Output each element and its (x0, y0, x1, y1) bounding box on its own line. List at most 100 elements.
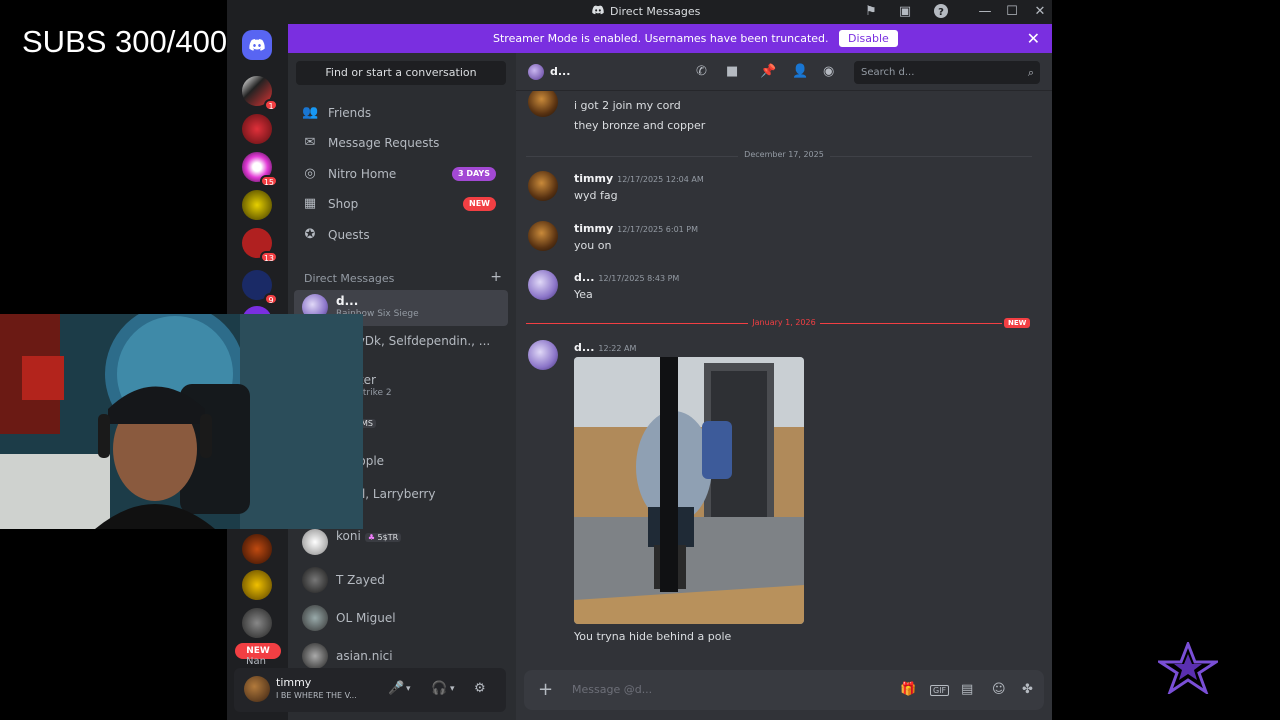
window-title-text: Direct Messages (610, 5, 701, 18)
server-icon[interactable]: 1 (242, 76, 278, 111)
search-input[interactable]: Search d... ⌕ (854, 61, 1040, 84)
window-title: Direct Messages (592, 5, 700, 18)
user-panel: timmy I BE WHERE THE V... 🎤 ▾ 🎧 ▾ ⚙ (234, 668, 506, 712)
pin-icon[interactable]: 📌 (760, 64, 776, 79)
add-attachment-icon[interactable]: + (538, 679, 553, 700)
search-icon: ⌕ (1027, 66, 1034, 79)
create-dm-icon[interactable]: + (490, 269, 502, 285)
friends-icon: 👥 (302, 105, 319, 120)
server-icon[interactable] (242, 190, 272, 220)
find-conversation-button[interactable]: Find or start a conversation (296, 61, 506, 85)
mushroom-icon: ♣ (367, 533, 375, 542)
message-input[interactable]: Message @d... (572, 683, 652, 696)
apps-icon[interactable]: ✤ (1022, 682, 1033, 697)
svg-text:?: ? (938, 7, 944, 18)
dm-name: d... (336, 294, 359, 308)
close-banner-icon[interactable]: ✕ (1027, 29, 1040, 48)
dm-header-name[interactable]: d... (550, 65, 570, 78)
author-avatar[interactable] (528, 340, 558, 370)
avatar (302, 605, 328, 631)
emoji-icon[interactable]: ☺ (992, 682, 1006, 697)
new-messages-divider: January 1, 2026 (516, 318, 1052, 327)
user-avatar[interactable] (244, 676, 270, 702)
server-icon[interactable]: 9 (242, 270, 278, 305)
add-friends-icon[interactable]: 👤 (792, 64, 808, 79)
nav-label: Shop (328, 197, 359, 211)
webcam-overlay (0, 314, 363, 529)
home-button[interactable] (242, 30, 272, 60)
server-icon[interactable] (242, 534, 272, 564)
message-composer[interactable]: + Message @d... 🎁 GIF ▤ ☺ ✤ (524, 670, 1044, 710)
nav-label: Nitro Home (328, 167, 397, 181)
help-icon[interactable]: ? (933, 4, 949, 20)
server-icon[interactable] (242, 114, 272, 144)
chevron-down-icon[interactable]: ▾ (406, 684, 411, 694)
disable-streamer-mode-button[interactable]: Disable (839, 30, 898, 47)
gif-icon[interactable]: GIF (930, 685, 950, 696)
dm-section-header: Direct Messages (304, 272, 395, 285)
author-avatar[interactable] (528, 171, 558, 201)
author-name[interactable]: d... (574, 271, 594, 284)
dm-name-row: koni ♣ 5$TR (336, 529, 402, 543)
server-icon[interactable] (242, 570, 272, 600)
author-avatar[interactable] (528, 221, 558, 251)
nav-quests[interactable]: ✪ Quests (296, 220, 506, 250)
user-name[interactable]: timmy (276, 676, 311, 689)
new-pill: NEW (463, 197, 496, 211)
server-badge: 9 (264, 293, 278, 305)
author-avatar[interactable] (528, 270, 558, 300)
dm-item[interactable]: T Zayed (294, 563, 508, 599)
mail-icon: ✉ (304, 135, 316, 150)
server-icon[interactable]: 15 (242, 152, 278, 187)
message-text: Yea (574, 288, 593, 301)
message-header: timmy 12/17/2025 12:04 AM (574, 172, 704, 185)
server-icon[interactable] (242, 608, 272, 638)
minimize-icon[interactable]: — (977, 4, 993, 20)
avatar (302, 529, 328, 555)
dm-item[interactable]: OL Miguel (294, 601, 508, 637)
user-profile-icon[interactable]: ◉ (823, 64, 834, 79)
gift-icon[interactable]: 🎁 (900, 682, 916, 697)
chevron-down-icon[interactable]: ▾ (450, 684, 455, 694)
timestamp: 12/17/2025 8:43 PM (598, 274, 680, 283)
flag-icon[interactable]: ⚑ (863, 4, 879, 20)
nav-shop[interactable]: ▦ Shop NEW (296, 189, 506, 219)
message-text: wyd fag (574, 189, 618, 202)
nav-nitro-home[interactable]: ◎ Nitro Home 3 DAYS (296, 159, 506, 189)
subs-goal-overlay: SUBS 300/400 (22, 24, 228, 59)
user-tag: ♣ 5$TR (364, 533, 402, 542)
new-messages-tag: NEW (1004, 318, 1031, 328)
nav-label: Message Requests (328, 136, 440, 150)
dm-name: OL Miguel (336, 611, 396, 625)
server-icon[interactable]: 13 (242, 228, 278, 263)
author-name[interactable]: d... (574, 341, 594, 354)
voice-call-icon[interactable]: ✆ (696, 64, 707, 79)
settings-gear-icon[interactable]: ⚙ (474, 681, 486, 696)
inbox-icon[interactable]: ▣ (897, 4, 913, 20)
nav-message-requests[interactable]: ✉ Message Requests (296, 128, 506, 158)
nav-friends[interactable]: 👥 Friends (296, 98, 506, 128)
dm-item[interactable]: koni ♣ 5$TR (294, 525, 508, 561)
close-window-icon[interactable]: ✕ (1032, 4, 1048, 20)
quests-icon: ✪ (304, 227, 316, 242)
avatar (302, 643, 328, 669)
sticker-icon[interactable]: ▤ (961, 682, 973, 697)
maximize-icon[interactable]: ☐ (1004, 4, 1020, 20)
image-attachment[interactable] (574, 357, 804, 624)
stream-frame: SUBS 300/400 Direct Messages ⚑ ▣ ? — ☐ ✕… (0, 0, 1280, 720)
video-call-icon[interactable]: ■ (726, 64, 738, 79)
author-name[interactable]: timmy (574, 222, 613, 235)
dm-avatar (528, 64, 544, 80)
author-avatar[interactable] (528, 91, 558, 117)
dm-name: T Zayed (336, 573, 385, 587)
microphone-icon[interactable]: 🎤 (388, 681, 404, 696)
channel-logo (1154, 639, 1222, 698)
discord-glyph-icon (592, 5, 604, 18)
headphones-icon[interactable]: 🎧 (431, 681, 447, 696)
author-name[interactable]: timmy (574, 172, 613, 185)
server-badge: 1 (264, 99, 278, 111)
timestamp: 12/17/2025 6:01 PM (617, 225, 699, 234)
message-text: i got 2 join my cord (574, 99, 681, 112)
avatar (302, 567, 328, 593)
chat-header: d... ✆ ■ 📌 👤 ◉ Search d... ⌕ (516, 53, 1052, 91)
